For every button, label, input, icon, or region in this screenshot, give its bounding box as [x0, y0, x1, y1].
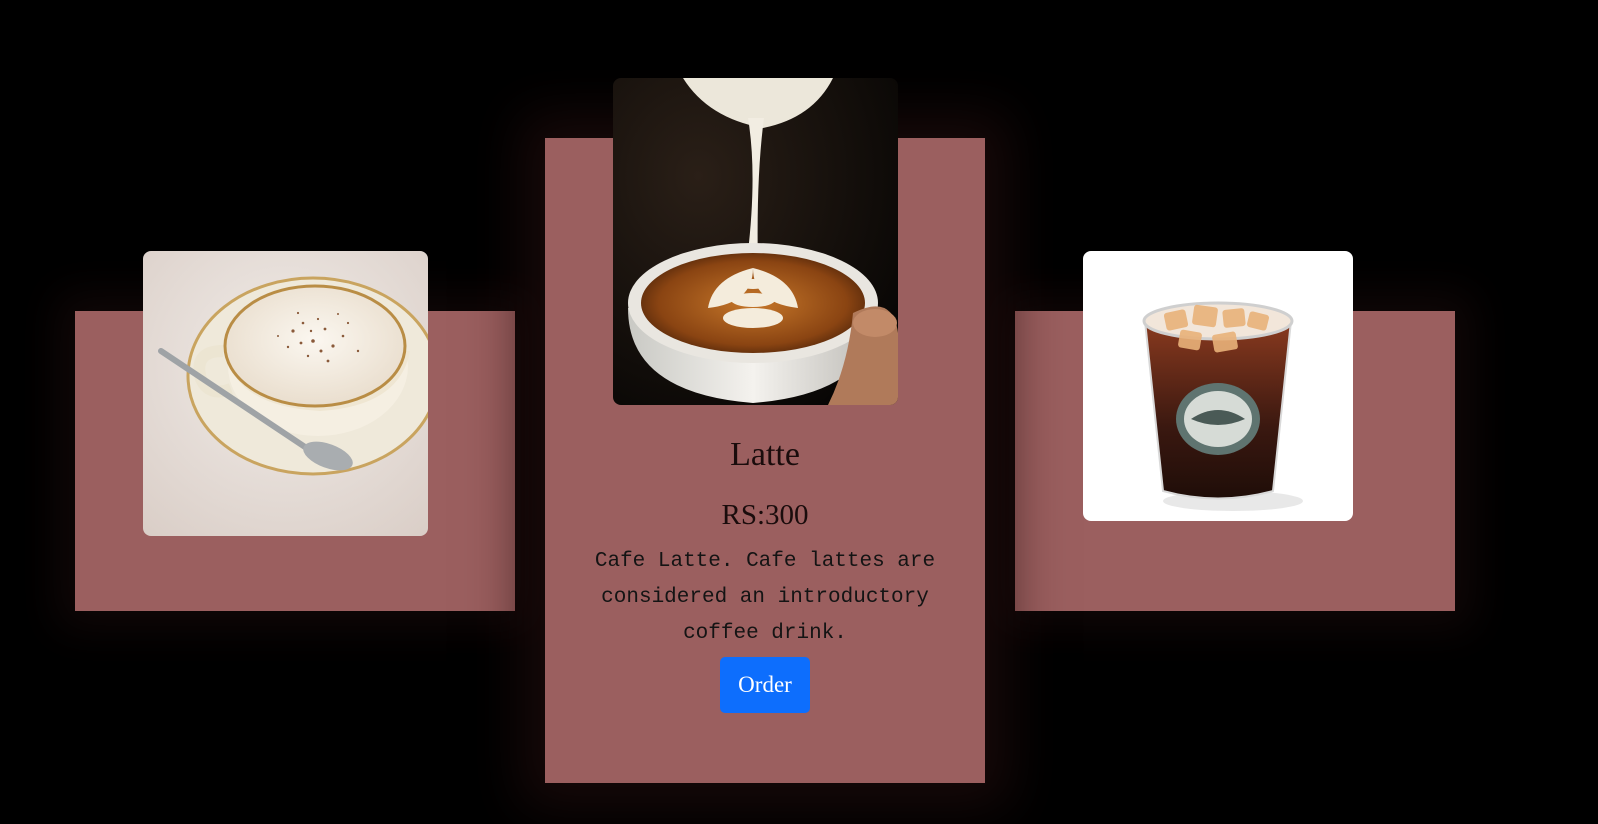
menu-carousel: Latte RS:300 Cafe Latte. Cafe lattes are… — [0, 0, 1598, 824]
product-title: Latte — [730, 436, 800, 473]
iced-coffee-image[interactable] — [1083, 251, 1353, 521]
order-button[interactable]: Order — [720, 657, 810, 713]
cappuccino-illustration — [143, 251, 428, 536]
latte-image — [613, 78, 898, 405]
product-description: Cafe Latte. Cafe lattes are considered a… — [594, 550, 936, 645]
latte-illustration — [613, 78, 898, 405]
featured-card-content: Latte RS:300 Cafe Latte. Cafe lattes are… — [545, 425, 985, 713]
product-price: RS:300 — [721, 499, 809, 531]
cappuccino-image[interactable] — [143, 251, 428, 536]
iced-coffee-illustration — [1083, 251, 1353, 521]
